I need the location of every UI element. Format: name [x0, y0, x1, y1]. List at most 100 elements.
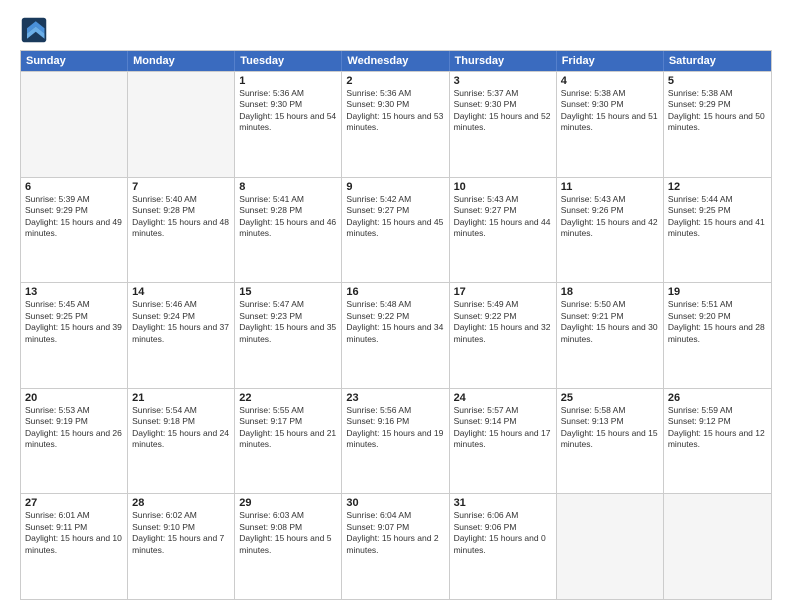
calendar-row-3: 20Sunrise: 5:53 AMSunset: 9:19 PMDayligh…	[21, 388, 771, 494]
sunset-text: Sunset: 9:08 PM	[239, 522, 302, 532]
table-row: 5Sunrise: 5:38 AMSunset: 9:29 PMDaylight…	[664, 72, 771, 177]
daylight-text: Daylight: 15 hours and 35 minutes.	[239, 322, 336, 343]
day-number: 13	[25, 286, 123, 298]
table-row: 15Sunrise: 5:47 AMSunset: 9:23 PMDayligh…	[235, 283, 342, 388]
day-number: 27	[25, 497, 123, 509]
daylight-text: Daylight: 15 hours and 7 minutes.	[132, 533, 224, 554]
sunrise-text: Sunrise: 5:46 AM	[132, 299, 197, 309]
sunset-text: Sunset: 9:25 PM	[25, 311, 88, 321]
day-number: 24	[454, 392, 552, 404]
day-info: Sunrise: 5:43 AMSunset: 9:27 PMDaylight:…	[454, 194, 552, 240]
day-number: 12	[668, 181, 767, 193]
sunrise-text: Sunrise: 5:59 AM	[668, 405, 733, 415]
sunrise-text: Sunrise: 5:53 AM	[25, 405, 90, 415]
day-info: Sunrise: 5:57 AMSunset: 9:14 PMDaylight:…	[454, 405, 552, 451]
sunrise-text: Sunrise: 5:39 AM	[25, 194, 90, 204]
table-row: 28Sunrise: 6:02 AMSunset: 9:10 PMDayligh…	[128, 494, 235, 599]
sunset-text: Sunset: 9:26 PM	[561, 205, 624, 215]
header-tuesday: Tuesday	[235, 51, 342, 71]
day-info: Sunrise: 5:38 AMSunset: 9:30 PMDaylight:…	[561, 88, 659, 134]
day-number: 1	[239, 75, 337, 87]
sunrise-text: Sunrise: 5:49 AM	[454, 299, 519, 309]
sunrise-text: Sunrise: 5:47 AM	[239, 299, 304, 309]
daylight-text: Daylight: 15 hours and 48 minutes.	[132, 217, 229, 238]
table-row: 1Sunrise: 5:36 AMSunset: 9:30 PMDaylight…	[235, 72, 342, 177]
sunrise-text: Sunrise: 5:43 AM	[454, 194, 519, 204]
day-info: Sunrise: 5:55 AMSunset: 9:17 PMDaylight:…	[239, 405, 337, 451]
header-sunday: Sunday	[21, 51, 128, 71]
day-info: Sunrise: 5:39 AMSunset: 9:29 PM Daylight:…	[25, 194, 123, 240]
daylight-text: Daylight: 15 hours and 42 minutes.	[561, 217, 658, 238]
calendar-header: Sunday Monday Tuesday Wednesday Thursday…	[21, 51, 771, 71]
daylight-text: Daylight: 15 hours and 30 minutes.	[561, 322, 658, 343]
day-number: 29	[239, 497, 337, 509]
daylight-text: Daylight: 15 hours and 5 minutes.	[239, 533, 331, 554]
daylight-text: Daylight: 15 hours and 19 minutes.	[346, 428, 443, 449]
table-row	[557, 494, 664, 599]
table-row: 10Sunrise: 5:43 AMSunset: 9:27 PMDayligh…	[450, 178, 557, 283]
sunset-text: Sunset: 9:27 PM	[454, 205, 517, 215]
daylight-text: Daylight: 15 hours and 37 minutes.	[132, 322, 229, 343]
day-info: Sunrise: 5:43 AMSunset: 9:26 PMDaylight:…	[561, 194, 659, 240]
table-row: 2Sunrise: 5:36 AMSunset: 9:30 PMDaylight…	[342, 72, 449, 177]
sunset-text: Sunset: 9:29 PM	[25, 205, 88, 215]
table-row	[21, 72, 128, 177]
day-info: Sunrise: 5:46 AMSunset: 9:24 PMDaylight:…	[132, 299, 230, 345]
sunset-text: Sunset: 9:14 PM	[454, 416, 517, 426]
table-row: 4Sunrise: 5:38 AMSunset: 9:30 PMDaylight…	[557, 72, 664, 177]
logo	[20, 16, 52, 44]
day-number: 8	[239, 181, 337, 193]
table-row: 27Sunrise: 6:01 AMSunset: 9:11 PMDayligh…	[21, 494, 128, 599]
header-thursday: Thursday	[450, 51, 557, 71]
calendar: Sunday Monday Tuesday Wednesday Thursday…	[20, 50, 772, 600]
day-info: Sunrise: 5:59 AMSunset: 9:12 PMDaylight:…	[668, 405, 767, 451]
daylight-text: Daylight: 15 hours and 24 minutes.	[132, 428, 229, 449]
table-row: 18Sunrise: 5:50 AMSunset: 9:21 PMDayligh…	[557, 283, 664, 388]
sunset-text: Sunset: 9:30 PM	[239, 99, 302, 109]
daylight-text: Daylight: 15 hours and 49 minutes.	[25, 217, 122, 238]
day-number: 20	[25, 392, 123, 404]
sunset-text: Sunset: 9:11 PM	[25, 522, 87, 532]
day-number: 21	[132, 392, 230, 404]
daylight-text: Daylight: 15 hours and 10 minutes.	[25, 533, 122, 554]
sunrise-text: Sunrise: 5:37 AM	[454, 88, 519, 98]
sunrise-text: Sunrise: 5:50 AM	[561, 299, 626, 309]
day-info: Sunrise: 5:38 AMSunset: 9:29 PMDaylight:…	[668, 88, 767, 134]
sunset-text: Sunset: 9:22 PM	[454, 311, 517, 321]
day-info: Sunrise: 5:51 AMSunset: 9:20 PMDaylight:…	[668, 299, 767, 345]
daylight-text: Daylight: 15 hours and 39 minutes.	[25, 322, 122, 343]
sunrise-text: Sunrise: 5:56 AM	[346, 405, 411, 415]
table-row: 11Sunrise: 5:43 AMSunset: 9:26 PMDayligh…	[557, 178, 664, 283]
day-info: Sunrise: 6:04 AMSunset: 9:07 PMDaylight:…	[346, 510, 444, 556]
header-wednesday: Wednesday	[342, 51, 449, 71]
sunset-text: Sunset: 9:20 PM	[668, 311, 731, 321]
calendar-row-1: 6Sunrise: 5:39 AMSunset: 9:29 PMDaylight…	[21, 177, 771, 283]
sunrise-text: Sunrise: 5:40 AM	[132, 194, 197, 204]
table-row: 9Sunrise: 5:42 AMSunset: 9:27 PMDaylight…	[342, 178, 449, 283]
day-number: 7	[132, 181, 230, 193]
sunset-text: Sunset: 9:28 PM	[239, 205, 302, 215]
sunrise-text: Sunrise: 5:48 AM	[346, 299, 411, 309]
table-row: 14Sunrise: 5:46 AMSunset: 9:24 PMDayligh…	[128, 283, 235, 388]
calendar-row-2: 13Sunrise: 5:45 AMSunset: 9:25 PMDayligh…	[21, 282, 771, 388]
sunset-text: Sunset: 9:23 PM	[239, 311, 302, 321]
sunset-text: Sunset: 9:28 PM	[132, 205, 195, 215]
table-row: 21Sunrise: 5:54 AMSunset: 9:18 PMDayligh…	[128, 389, 235, 494]
daylight-text: Daylight: 15 hours and 17 minutes.	[454, 428, 551, 449]
sunrise-text: Sunrise: 5:42 AM	[346, 194, 411, 204]
day-info: Sunrise: 5:40 AMSunset: 9:28 PM Daylight:…	[132, 194, 230, 240]
sunset-text: Sunset: 9:25 PM	[668, 205, 731, 215]
day-number: 25	[561, 392, 659, 404]
day-number: 19	[668, 286, 767, 298]
sunset-text: Sunset: 9:07 PM	[346, 522, 409, 532]
sunrise-text: Sunrise: 5:44 AM	[668, 194, 733, 204]
header-saturday: Saturday	[664, 51, 771, 71]
table-row: 3Sunrise: 5:37 AMSunset: 9:30 PMDaylight…	[450, 72, 557, 177]
table-row: 12Sunrise: 5:44 AMSunset: 9:25 PMDayligh…	[664, 178, 771, 283]
sunrise-text: Sunrise: 5:51 AM	[668, 299, 733, 309]
daylight-text: Daylight: 15 hours and 21 minutes.	[239, 428, 336, 449]
table-row: 6Sunrise: 5:39 AMSunset: 9:29 PMDaylight…	[21, 178, 128, 283]
table-row: 26Sunrise: 5:59 AMSunset: 9:12 PMDayligh…	[664, 389, 771, 494]
sunrise-text: Sunrise: 5:38 AM	[668, 88, 733, 98]
day-info: Sunrise: 6:03 AMSunset: 9:08 PMDaylight:…	[239, 510, 337, 556]
